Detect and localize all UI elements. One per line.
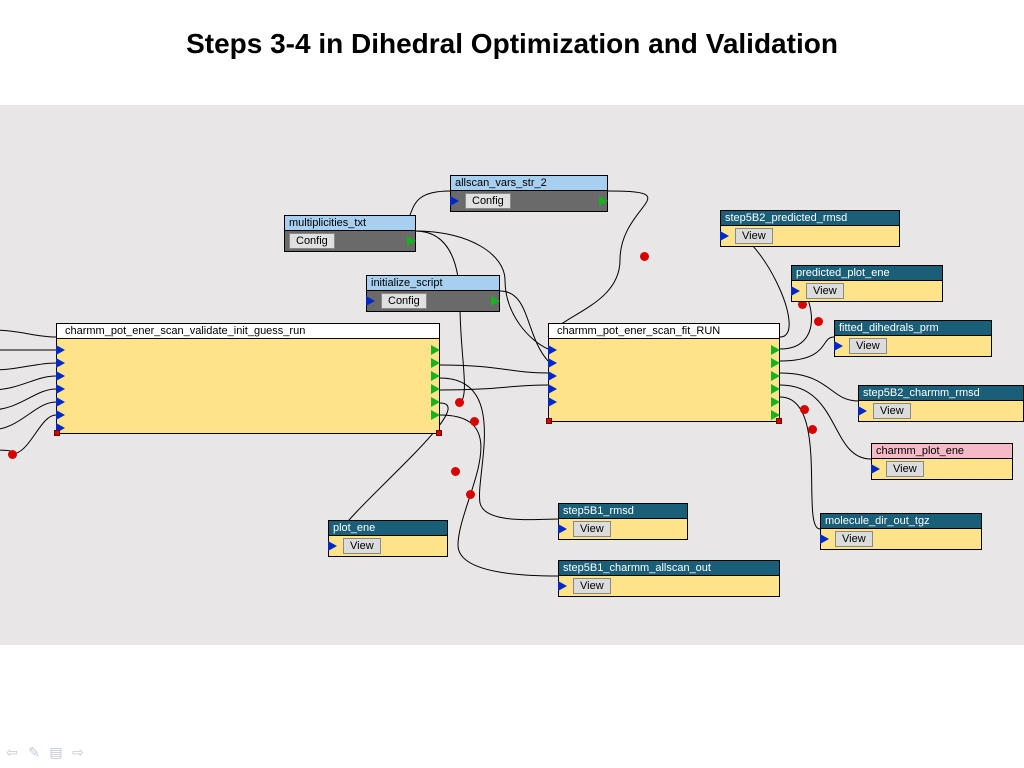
- view-button[interactable]: View: [835, 531, 873, 547]
- output-port-icon[interactable]: [431, 397, 440, 407]
- node-validate-init-guess-run[interactable]: charmm_pot_ener_scan_validate_init_guess…: [56, 323, 440, 434]
- view-button[interactable]: View: [573, 521, 611, 537]
- page-title: Steps 3-4 in Dihedral Optimization and V…: [0, 0, 1024, 78]
- wire-joint: [451, 467, 460, 476]
- input-port-icon[interactable]: [820, 534, 829, 544]
- node-title: plot_ene: [329, 521, 447, 536]
- view-button[interactable]: View: [806, 283, 844, 299]
- edit-button[interactable]: ✎: [26, 744, 42, 760]
- workflow-canvas[interactable]: multiplicities_txt Config allscan_vars_s…: [0, 105, 1024, 645]
- view-button[interactable]: View: [343, 538, 381, 554]
- node-title: step5B2_charmm_rmsd: [859, 386, 1023, 401]
- view-button[interactable]: View: [735, 228, 773, 244]
- view-button[interactable]: View: [886, 461, 924, 477]
- node-allscan-vars-str-2[interactable]: allscan_vars_str_2 Config: [450, 175, 608, 212]
- node-title: initialize_script: [367, 276, 499, 291]
- input-port-icon[interactable]: [548, 345, 557, 355]
- node-title: allscan_vars_str_2: [451, 176, 607, 191]
- anchor-icon: [546, 418, 552, 424]
- input-port-icon[interactable]: [450, 196, 459, 206]
- config-button[interactable]: Config: [465, 193, 511, 209]
- output-port-icon[interactable]: [431, 345, 440, 355]
- input-port-icon[interactable]: [791, 286, 800, 296]
- node-step5b1-allscan[interactable]: step5B1_charmm_allscan_out View: [558, 560, 780, 597]
- anchor-icon: [54, 430, 60, 436]
- view-button[interactable]: View: [573, 578, 611, 594]
- wire-joint: [814, 317, 823, 326]
- output-port-icon[interactable]: [431, 358, 440, 368]
- input-port-icon[interactable]: [56, 397, 65, 407]
- node-title: charmm_pot_ener_scan_validate_init_guess…: [57, 324, 439, 339]
- wire-joint: [808, 425, 817, 434]
- input-port-icon[interactable]: [548, 358, 557, 368]
- back-button[interactable]: ⇦: [4, 744, 20, 760]
- output-port-icon[interactable]: [771, 345, 780, 355]
- node-step5b2-charmm-rmsd[interactable]: step5B2_charmm_rmsd View: [858, 385, 1024, 422]
- node-title: charmm_plot_ene: [872, 444, 1012, 459]
- input-port-icon[interactable]: [366, 296, 375, 306]
- wire-joint: [470, 417, 479, 426]
- view-button[interactable]: View: [849, 338, 887, 354]
- input-port-icon[interactable]: [56, 358, 65, 368]
- wire-joint: [640, 252, 649, 261]
- node-title: predicted_plot_ene: [792, 266, 942, 281]
- node-title: fitted_dihedrals_prm: [835, 321, 991, 336]
- input-port-icon[interactable]: [56, 371, 65, 381]
- input-port-icon[interactable]: [548, 384, 557, 394]
- anchor-icon: [776, 418, 782, 424]
- output-port-icon[interactable]: [771, 358, 780, 368]
- node-title: charmm_pot_ener_scan_fit_RUN: [549, 324, 779, 339]
- node-charmm-plot-ene[interactable]: charmm_plot_ene View: [871, 443, 1013, 480]
- output-port-icon[interactable]: [599, 196, 608, 206]
- output-port-icon[interactable]: [771, 397, 780, 407]
- input-port-icon[interactable]: [548, 371, 557, 381]
- view-button[interactable]: View: [873, 403, 911, 419]
- node-molecule-dir-out-tgz[interactable]: molecule_dir_out_tgz View: [820, 513, 982, 550]
- node-fitted-dihedrals-prm[interactable]: fitted_dihedrals_prm View: [834, 320, 992, 357]
- nav-toolbar: ⇦ ✎ ▤ ⇨: [4, 744, 86, 760]
- output-port-icon[interactable]: [431, 410, 440, 420]
- output-port-icon[interactable]: [431, 371, 440, 381]
- node-fit-run[interactable]: charmm_pot_ener_scan_fit_RUN: [548, 323, 780, 422]
- wire-joint: [800, 405, 809, 414]
- input-port-icon[interactable]: [558, 524, 567, 534]
- node-step5b1-rmsd[interactable]: step5B1_rmsd View: [558, 503, 688, 540]
- wire-joint: [466, 490, 475, 499]
- grid-button[interactable]: ▤: [48, 744, 64, 760]
- input-port-icon[interactable]: [858, 406, 867, 416]
- forward-button[interactable]: ⇨: [70, 744, 86, 760]
- wire-joint: [8, 450, 17, 459]
- node-step5b2-predicted-rmsd[interactable]: step5B2_predicted_rmsd View: [720, 210, 900, 247]
- config-button[interactable]: Config: [289, 233, 335, 249]
- node-title: step5B1_charmm_allscan_out: [559, 561, 779, 576]
- input-port-icon[interactable]: [548, 397, 557, 407]
- output-port-icon[interactable]: [407, 236, 416, 246]
- input-port-icon[interactable]: [56, 410, 65, 420]
- output-port-icon[interactable]: [431, 384, 440, 394]
- input-port-icon[interactable]: [871, 464, 880, 474]
- input-port-icon[interactable]: [720, 231, 729, 241]
- wire-joint: [455, 398, 464, 407]
- node-title: step5B1_rmsd: [559, 504, 687, 519]
- input-port-icon[interactable]: [328, 541, 337, 551]
- input-port-icon[interactable]: [834, 341, 843, 351]
- node-multiplicities-txt[interactable]: multiplicities_txt Config: [284, 215, 416, 252]
- node-title: molecule_dir_out_tgz: [821, 514, 981, 529]
- anchor-icon: [436, 430, 442, 436]
- node-title: multiplicities_txt: [285, 216, 415, 231]
- output-port-icon[interactable]: [771, 384, 780, 394]
- output-port-icon[interactable]: [491, 296, 500, 306]
- input-port-icon[interactable]: [56, 384, 65, 394]
- node-initialize-script[interactable]: initialize_script Config: [366, 275, 500, 312]
- output-port-icon[interactable]: [771, 371, 780, 381]
- input-port-icon[interactable]: [56, 345, 65, 355]
- input-port-icon[interactable]: [558, 581, 567, 591]
- node-plot-ene[interactable]: plot_ene View: [328, 520, 448, 557]
- node-title: step5B2_predicted_rmsd: [721, 211, 899, 226]
- config-button[interactable]: Config: [381, 293, 427, 309]
- node-predicted-plot-ene[interactable]: predicted_plot_ene View: [791, 265, 943, 302]
